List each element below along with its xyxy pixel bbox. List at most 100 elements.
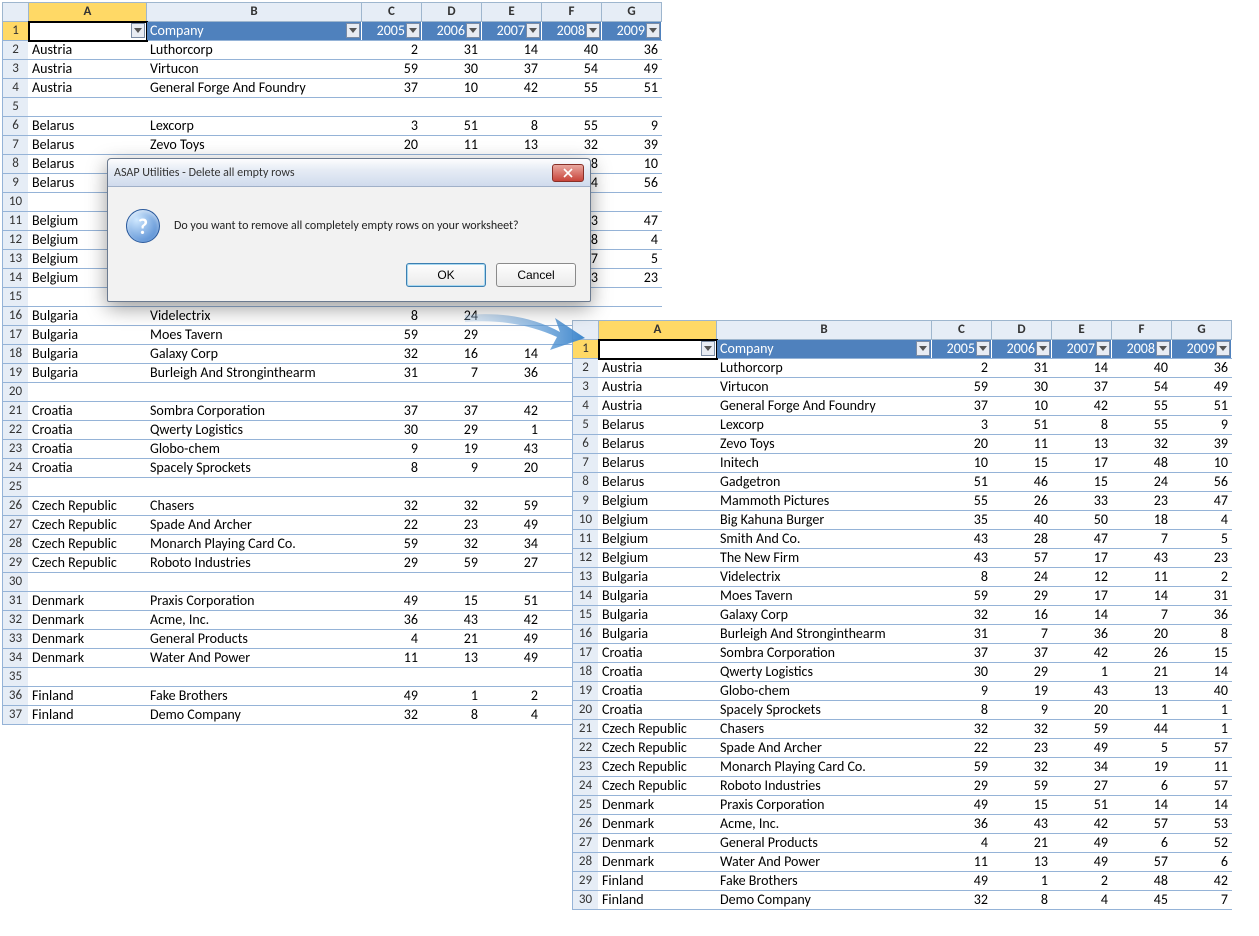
table-cell[interactable] <box>147 478 362 497</box>
table-cell[interactable]: 34 <box>1052 758 1112 777</box>
table-cell[interactable]: 14 <box>1172 663 1232 682</box>
table-cell[interactable]: 4 <box>602 231 662 250</box>
table-cell[interactable]: 17 <box>1052 454 1112 473</box>
row-header[interactable]: 26 <box>3 497 29 516</box>
dialog-titlebar[interactable]: ASAP Utilities - Delete all empty rows <box>108 159 590 187</box>
table-cell[interactable]: Galaxy Corp <box>717 606 932 625</box>
table-header-cell[interactable]: 2005 <box>362 22 422 41</box>
table-cell[interactable]: 13 <box>1112 682 1172 701</box>
table-cell[interactable]: Roboto Industries <box>717 777 932 796</box>
table-cell[interactable]: 15 <box>1052 473 1112 492</box>
table-header-cell[interactable]: 2006 <box>992 340 1052 359</box>
table-cell[interactable]: Zevo Toys <box>717 435 932 454</box>
table-cell[interactable]: 36 <box>1052 625 1112 644</box>
table-cell[interactable]: 27 <box>482 554 542 573</box>
column-header[interactable]: F <box>1112 321 1172 340</box>
table-cell[interactable]: 8 <box>1172 625 1232 644</box>
row-header[interactable]: 24 <box>573 777 599 796</box>
column-header[interactable]: A <box>29 3 147 22</box>
table-cell[interactable]: Finland <box>599 891 717 910</box>
row-header[interactable]: 27 <box>573 834 599 853</box>
table-cell[interactable]: Denmark <box>599 815 717 834</box>
table-cell[interactable]: Czech Republic <box>29 497 147 516</box>
table-cell[interactable]: Belarus <box>29 136 147 155</box>
table-cell[interactable]: 14 <box>1112 796 1172 815</box>
row-header[interactable]: 24 <box>3 459 29 478</box>
table-cell[interactable]: 49 <box>1052 739 1112 758</box>
table-cell[interactable]: 51 <box>992 416 1052 435</box>
row-header[interactable]: 22 <box>573 739 599 758</box>
table-cell[interactable]: 49 <box>362 687 422 706</box>
table-cell[interactable]: Denmark <box>29 592 147 611</box>
table-cell[interactable]: 56 <box>602 174 662 193</box>
table-cell[interactable]: Galaxy Corp <box>147 345 362 364</box>
table-cell[interactable]: 53 <box>1172 815 1232 834</box>
table-cell[interactable]: 14 <box>1172 796 1232 815</box>
table-cell[interactable]: 37 <box>362 79 422 98</box>
select-all-corner[interactable] <box>573 321 599 340</box>
table-cell[interactable]: 2 <box>482 687 542 706</box>
table-header-cell[interactable]: 2008 <box>1112 340 1172 359</box>
table-cell[interactable]: 59 <box>362 535 422 554</box>
row-header[interactable]: 34 <box>3 649 29 668</box>
table-cell[interactable]: 21 <box>992 834 1052 853</box>
table-cell[interactable]: 9 <box>422 459 482 478</box>
table-cell[interactable]: Gadgetron <box>717 473 932 492</box>
row-header[interactable]: 28 <box>3 535 29 554</box>
table-cell[interactable]: Sombra Corporation <box>717 644 932 663</box>
table-cell[interactable]: Spade And Archer <box>717 739 932 758</box>
table-cell[interactable]: 32 <box>992 758 1052 777</box>
table-cell[interactable]: Croatia <box>29 459 147 478</box>
table-cell[interactable]: 32 <box>932 891 992 910</box>
table-cell[interactable]: 23 <box>422 516 482 535</box>
row-header[interactable]: 23 <box>3 440 29 459</box>
table-cell[interactable]: 42 <box>1052 815 1112 834</box>
table-cell[interactable]: Acme, Inc. <box>717 815 932 834</box>
table-cell[interactable]: 43 <box>932 549 992 568</box>
table-cell[interactable]: 39 <box>1172 435 1232 454</box>
table-cell[interactable]: 1 <box>482 421 542 440</box>
table-cell[interactable]: 37 <box>932 644 992 663</box>
table-cell[interactable]: 51 <box>932 473 992 492</box>
row-header[interactable]: 37 <box>3 706 29 725</box>
table-cell[interactable]: 4 <box>1172 511 1232 530</box>
table-cell[interactable]: 13 <box>482 136 542 155</box>
table-cell[interactable]: Smith And Co. <box>717 530 932 549</box>
row-header[interactable]: 9 <box>573 492 599 511</box>
table-cell[interactable]: 47 <box>602 212 662 231</box>
table-cell[interactable]: 1 <box>1052 663 1112 682</box>
table-cell[interactable]: 32 <box>992 720 1052 739</box>
table-cell[interactable]: 59 <box>362 326 422 345</box>
table-cell[interactable]: Czech Republic <box>599 777 717 796</box>
table-cell[interactable]: 32 <box>422 535 482 554</box>
table-cell[interactable]: Austria <box>599 378 717 397</box>
filter-dropdown-icon[interactable] <box>1156 341 1170 356</box>
table-cell[interactable]: 7 <box>1172 891 1232 910</box>
table-cell[interactable]: General Forge And Foundry <box>717 397 932 416</box>
table-cell[interactable]: 13 <box>992 853 1052 872</box>
row-header[interactable]: 17 <box>573 644 599 663</box>
table-cell[interactable]: Spacely Sprockets <box>717 701 932 720</box>
filter-dropdown-icon[interactable] <box>466 23 480 38</box>
table-cell[interactable] <box>362 478 422 497</box>
table-cell[interactable]: 54 <box>542 60 602 79</box>
table-cell[interactable]: Croatia <box>29 402 147 421</box>
ok-button[interactable]: OK <box>406 263 486 287</box>
row-header[interactable]: 14 <box>573 587 599 606</box>
table-cell[interactable]: 32 <box>362 345 422 364</box>
table-cell[interactable]: 7 <box>1112 530 1172 549</box>
row-header[interactable]: 23 <box>573 758 599 777</box>
row-header[interactable]: 22 <box>3 421 29 440</box>
row-header[interactable]: 2 <box>3 41 29 60</box>
row-header[interactable]: 1 <box>573 340 599 359</box>
table-cell[interactable]: 56 <box>1172 473 1232 492</box>
row-header[interactable]: 21 <box>3 402 29 421</box>
table-cell[interactable]: 51 <box>602 79 662 98</box>
column-header[interactable]: C <box>362 3 422 22</box>
filter-dropdown-icon[interactable] <box>586 23 600 38</box>
table-cell[interactable]: Austria <box>29 79 147 98</box>
table-cell[interactable]: 55 <box>542 79 602 98</box>
row-header[interactable]: 4 <box>573 397 599 416</box>
table-cell[interactable]: 23 <box>602 269 662 288</box>
table-cell[interactable]: Croatia <box>599 701 717 720</box>
